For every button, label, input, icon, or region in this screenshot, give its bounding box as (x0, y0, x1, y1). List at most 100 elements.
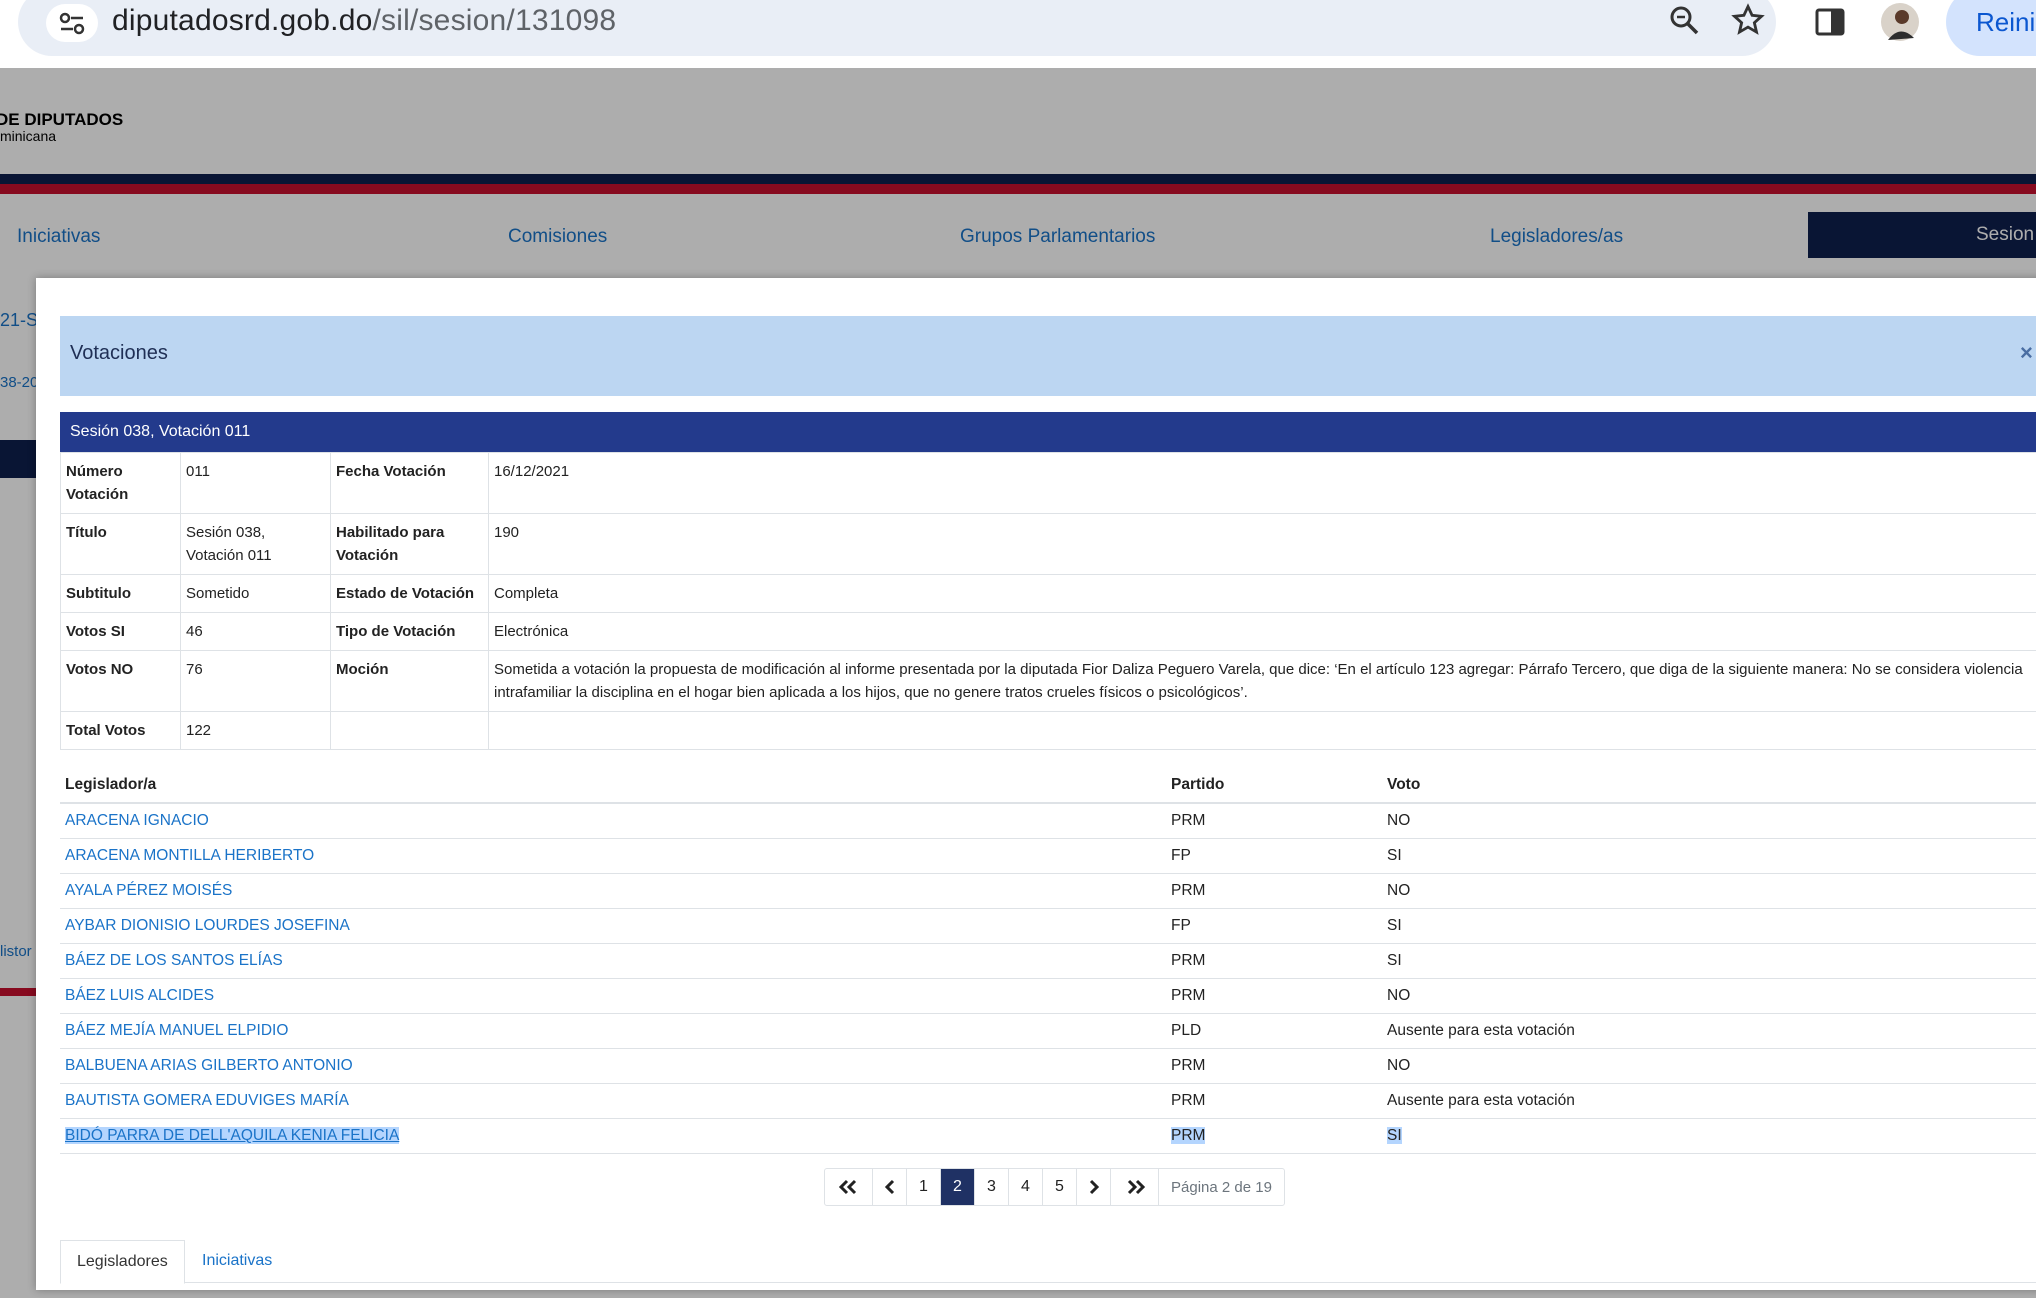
fecha-label: Fecha Votación (330, 452, 489, 514)
modal-title: Votaciones (70, 342, 168, 364)
votos-no-value: 76 (180, 650, 331, 712)
col-legislador: Legislador/a (60, 768, 1166, 804)
vote-cell: Ausente para esta votación (1382, 1013, 2036, 1049)
legislator-link[interactable]: BAUTISTA GOMERA EDUVIGES MARÍA (65, 1092, 349, 1109)
party-value: PRM (1171, 1057, 1206, 1074)
total-value: 122 (180, 711, 331, 750)
modal-header: Votaciones × (60, 316, 2036, 396)
first-page-icon[interactable] (825, 1169, 873, 1205)
party-cell: PRM (1166, 1083, 1382, 1119)
votos-no-label: Votos NO (60, 650, 181, 712)
page-info: Página 2 de 19 (1171, 1178, 1272, 1196)
party-value: FP (1171, 847, 1191, 864)
prev-page-icon[interactable] (873, 1169, 907, 1205)
votos-si-label: Votos SI (60, 612, 181, 651)
table-row: AYBAR DIONISIO LOURDES JOSEFINA FP SI (60, 908, 2036, 944)
bookmark-star-icon[interactable] (1728, 0, 1768, 40)
estado-value: Completa (488, 574, 2036, 613)
legislator-cell: AYALA PÉREZ MOISÉS (60, 873, 1166, 909)
legislator-link[interactable]: BIDÓ PARRA DE DELL'AQUILA KENIA FELICIA (65, 1127, 400, 1144)
legislator-cell: BAUTISTA GOMERA EDUVIGES MARÍA (60, 1083, 1166, 1119)
table-row: BAUTISTA GOMERA EDUVIGES MARÍA PRM Ausente… (60, 1083, 2036, 1119)
party-value: FP (1171, 917, 1191, 934)
legislators-table: Legislador/a Partido Voto ARACENA IGNACI… (60, 768, 2036, 1154)
vote-value: SI (1387, 1127, 1402, 1144)
col-partido: Partido (1166, 768, 1382, 804)
page-4[interactable]: 4 (1009, 1169, 1043, 1205)
table-row: ARACENA IGNACIO PRM NO (60, 803, 2036, 839)
vote-cell: NO (1382, 803, 2036, 839)
vote-cell: SI (1382, 908, 2036, 944)
page-2-current[interactable]: 2 (941, 1169, 975, 1205)
page-3[interactable]: 3 (975, 1169, 1009, 1205)
legislator-link[interactable]: BÁEZ LUIS ALCIDES (65, 987, 214, 1004)
legislator-link[interactable]: BÁEZ MEJÍA MANUEL ELPIDIO (65, 1022, 288, 1039)
last-page-icon[interactable] (1111, 1169, 1159, 1205)
party-value: PRM (1171, 812, 1206, 829)
legislator-link[interactable]: AYBAR DIONISIO LOURDES JOSEFINA (65, 917, 350, 934)
titulo-label: Título (60, 513, 181, 575)
section-title: Sesión 038, Votación 011 (60, 412, 2036, 452)
vote-cell: Ausente para esta votación (1382, 1083, 2036, 1119)
party-value: PRM (1171, 882, 1206, 899)
profile-avatar-icon[interactable] (1880, 2, 1920, 42)
page-1[interactable]: 1 (907, 1169, 941, 1205)
zoom-icon[interactable] (1664, 0, 1704, 40)
vote-value: NO (1387, 812, 1411, 829)
legislator-cell: ARACENA MONTILLA HERIBERTO (60, 838, 1166, 874)
legislator-cell: BIDÓ PARRA DE DELL'AQUILA KENIA FELICIA (60, 1118, 1166, 1154)
vote-cell: NO (1382, 1048, 2036, 1084)
legislator-link[interactable]: BALBUENA ARIAS GILBERTO ANTONIO (65, 1057, 353, 1074)
mocion-value: Sometida a votación la propuesta de modi… (488, 650, 2036, 712)
table-row: BÁEZ MEJÍA MANUEL ELPIDIO PLD Ausente para… (60, 1013, 2036, 1049)
party-cell: PRM (1166, 1048, 1382, 1084)
legislator-link[interactable]: BÁEZ DE LOS SANTOS ELÍAS (65, 952, 283, 969)
party-value: PRM (1171, 987, 1206, 1004)
url-text[interactable]: diputadosrd.gob.do/sil/sesion/131098 (112, 4, 616, 38)
legislator-link[interactable]: ARACENA IGNACIO (65, 812, 209, 829)
vote-value: SI (1387, 952, 1402, 969)
close-icon[interactable]: × (2020, 340, 2033, 366)
col-voto: Voto (1382, 768, 2036, 804)
vote-value: Ausente para esta votación (1387, 1092, 1575, 1109)
next-page-icon[interactable] (1077, 1169, 1111, 1205)
legislator-cell: AYBAR DIONISIO LOURDES JOSEFINA (60, 908, 1166, 944)
party-cell: PLD (1166, 1013, 1382, 1049)
party-cell: PRM (1166, 978, 1382, 1014)
pagination: 1 2 3 4 5 Página 2 de 19 (824, 1168, 1285, 1206)
vote-value: NO (1387, 1057, 1411, 1074)
titulo-value: Sesión 038, Votación 011 (180, 513, 331, 575)
mocion-label: Moción (330, 650, 489, 712)
table-row: BIDÓ PARRA DE DELL'AQUILA KENIA FELICIA P… (60, 1118, 2036, 1154)
total-label: Total Votos (60, 711, 181, 750)
vote-cell: NO (1382, 873, 2036, 909)
numero-label: Número Votación (60, 452, 181, 514)
party-cell: FP (1166, 908, 1382, 944)
vote-value: NO (1387, 987, 1411, 1004)
address-bar[interactable]: diputadosrd.gob.do/sil/sesion/131098 (18, 0, 1776, 56)
legislator-cell: BÁEZ LUIS ALCIDES (60, 978, 1166, 1014)
page-5[interactable]: 5 (1043, 1169, 1077, 1205)
side-panel-icon[interactable] (1810, 2, 1850, 42)
empty-cell (330, 711, 489, 750)
modal-tabs: Legisladores Iniciativas (60, 1240, 2036, 1284)
vote-details-table: Número Votación 011 Fecha Votación 16/12… (60, 452, 2036, 750)
vote-value: NO (1387, 882, 1411, 899)
party-value: PRM (1171, 952, 1206, 969)
legislator-link[interactable]: AYALA PÉREZ MOISÉS (65, 882, 232, 899)
habilitado-value: 190 (488, 513, 2036, 575)
vote-cell: SI (1382, 838, 2036, 874)
legislator-cell: ARACENA IGNACIO (60, 803, 1166, 839)
site-settings-icon[interactable] (46, 4, 98, 42)
profile-button[interactable]: Reini (1946, 0, 2036, 56)
estado-label: Estado de Votación (330, 574, 489, 613)
party-cell: PRM (1166, 873, 1382, 909)
party-cell: PRM (1166, 1118, 1382, 1154)
party-cell: PRM (1166, 943, 1382, 979)
vote-value: SI (1387, 917, 1402, 934)
tab-legisladores[interactable]: Legisladores (60, 1240, 185, 1284)
empty-cell (488, 711, 2036, 750)
tab-iniciativas[interactable]: Iniciativas (186, 1240, 288, 1282)
party-cell: PRM (1166, 803, 1382, 839)
legislator-link[interactable]: ARACENA MONTILLA HERIBERTO (65, 847, 314, 864)
